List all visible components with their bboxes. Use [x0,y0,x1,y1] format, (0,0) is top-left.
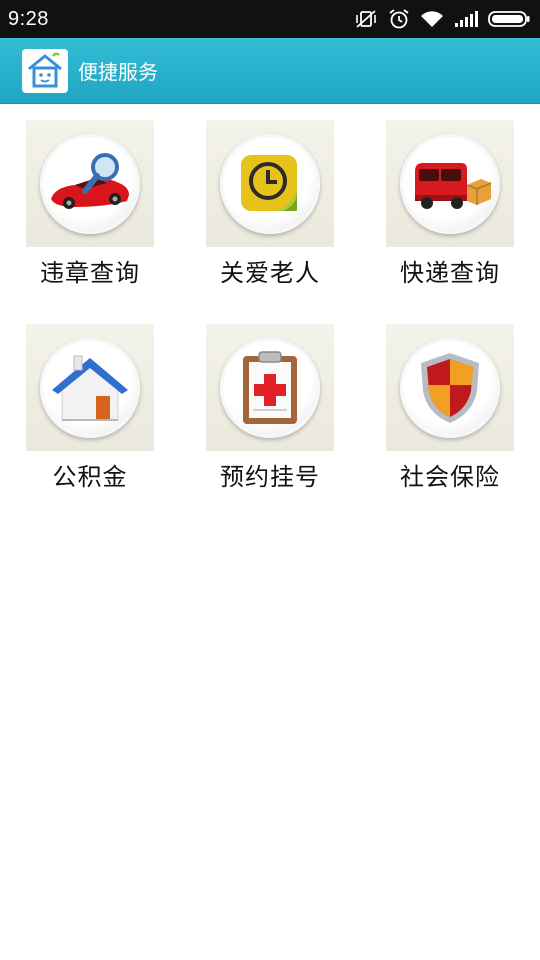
house-logo-icon [22,48,68,93]
house-icon [40,337,140,438]
clock-icon [220,133,320,234]
service-label: 公积金 [52,463,128,491]
delivery-truck-icon [400,133,500,234]
service-tile-social-insurance[interactable]: 社会保险 [360,324,540,492]
service-label: 关爱老人 [220,259,320,287]
signal-icon [454,10,478,28]
wifi-icon [420,10,444,28]
shield-icon [400,337,500,438]
medical-clipboard-icon [220,337,320,438]
service-tile-express-delivery[interactable]: 快递查询 [360,120,540,288]
service-grid: 违章查询 关爱老人 快递查询 公积金 预约挂号 社会保险 [0,120,540,492]
app-bar: 便捷服务 [0,38,540,104]
car-search-icon [40,133,140,234]
service-tile-housing-fund[interactable]: 公积金 [0,324,180,492]
alarm-icon [388,8,410,30]
vibrate-off-icon [354,9,378,29]
service-label: 快递查询 [400,259,500,287]
service-tile-traffic-violation[interactable]: 违章查询 [0,120,180,288]
service-tile-appointment-registration[interactable]: 预约挂号 [180,324,360,492]
page-title: 便捷服务 [78,60,158,84]
status-bar: 9:28 [0,0,540,38]
service-label: 预约挂号 [220,463,320,491]
battery-icon [488,10,530,28]
service-tile-elderly-care[interactable]: 关爱老人 [180,120,360,288]
status-time: 9:28 [8,7,49,30]
service-label: 违章查询 [40,259,140,287]
status-icons [354,8,530,30]
service-label: 社会保险 [400,463,500,491]
